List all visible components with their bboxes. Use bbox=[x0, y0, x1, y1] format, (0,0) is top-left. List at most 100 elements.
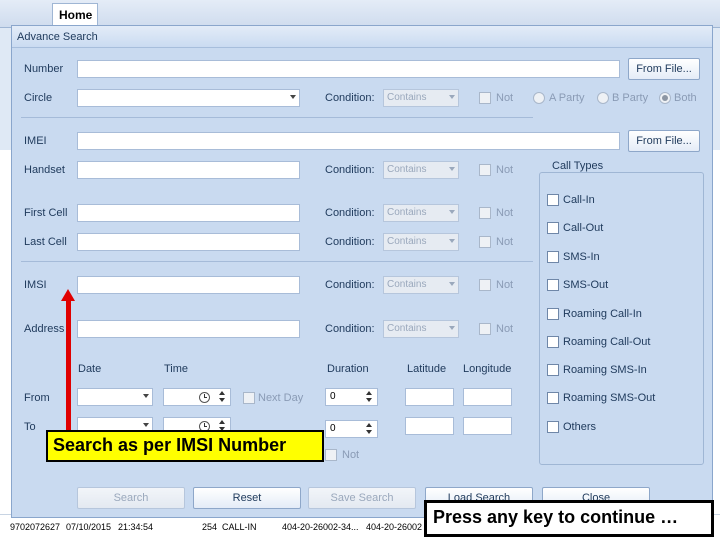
duration-from-input[interactable]: 0 bbox=[325, 388, 378, 406]
reset-button[interactable]: Reset bbox=[193, 487, 301, 509]
spinner-icon[interactable] bbox=[366, 422, 374, 436]
b-party-radio[interactable] bbox=[597, 92, 609, 104]
others-checkbox[interactable] bbox=[547, 421, 559, 433]
first-cell-condition-select[interactable]: Contains bbox=[383, 204, 459, 222]
first-cell-not-checkbox[interactable] bbox=[479, 207, 491, 219]
handset-not-checkbox[interactable] bbox=[479, 164, 491, 176]
others-label: Others bbox=[563, 421, 597, 433]
tab-home[interactable]: Home bbox=[52, 3, 98, 25]
b-party-label: B Party bbox=[612, 92, 649, 104]
chevron-down-icon bbox=[449, 167, 455, 171]
continue-prompt-text: Press any key to continue … bbox=[427, 503, 711, 534]
roaming-call-in-checkbox[interactable] bbox=[547, 308, 559, 320]
latitude-to-input[interactable] bbox=[405, 417, 454, 435]
search-button[interactable]: Search bbox=[77, 487, 185, 509]
spinner-icon[interactable] bbox=[219, 390, 227, 404]
imsi-callout: Search as per IMSI Number bbox=[46, 430, 324, 462]
handset-input[interactable] bbox=[77, 161, 300, 179]
circle-select[interactable] bbox=[77, 89, 300, 107]
a-party-radio[interactable] bbox=[533, 92, 545, 104]
number-from-file-button[interactable]: From File... bbox=[628, 58, 700, 80]
number-input[interactable] bbox=[77, 60, 620, 78]
to-label: To bbox=[24, 421, 36, 433]
address-label: Address bbox=[24, 323, 65, 335]
handset-condition-select[interactable]: Contains bbox=[383, 161, 459, 179]
latitude-header: Latitude bbox=[407, 363, 447, 375]
roaming-sms-in-label: Roaming SMS-In bbox=[563, 364, 647, 376]
annotation-arrow bbox=[66, 300, 71, 430]
imei-label: IMEI bbox=[24, 135, 47, 147]
separator bbox=[21, 117, 533, 118]
circle-condition-label: Condition: bbox=[325, 92, 375, 104]
cell-time: 21:34:54 bbox=[118, 522, 154, 532]
circle-not-checkbox[interactable] bbox=[479, 92, 491, 104]
address-not-checkbox[interactable] bbox=[479, 323, 491, 335]
last-cell-not-label: Not bbox=[496, 236, 514, 248]
imsi-input[interactable] bbox=[77, 276, 300, 294]
a-party-label: A Party bbox=[549, 92, 585, 104]
from-label: From bbox=[24, 392, 50, 404]
chevron-down-icon bbox=[290, 95, 296, 99]
sms-in-label: SMS-In bbox=[563, 251, 600, 263]
call-out-label: Call-Out bbox=[563, 222, 604, 234]
spinner-icon[interactable] bbox=[366, 390, 374, 404]
first-cell-label: First Cell bbox=[24, 207, 68, 219]
roaming-sms-in-checkbox[interactable] bbox=[547, 364, 559, 376]
duration-header: Duration bbox=[327, 363, 369, 375]
circle-condition-select[interactable]: Contains bbox=[383, 89, 459, 107]
handset-label: Handset bbox=[24, 164, 65, 176]
both-label: Both bbox=[674, 92, 697, 104]
next-day-checkbox[interactable] bbox=[243, 392, 255, 404]
time-header: Time bbox=[164, 363, 189, 375]
both-radio[interactable] bbox=[659, 92, 671, 104]
imei-from-file-button[interactable]: From File... bbox=[628, 130, 700, 152]
call-types-title: Call Types bbox=[549, 160, 607, 172]
last-cell-label: Last Cell bbox=[24, 236, 67, 248]
longitude-to-input[interactable] bbox=[463, 417, 512, 435]
longitude-from-input[interactable] bbox=[463, 388, 512, 406]
roaming-call-out-label: Roaming Call-Out bbox=[563, 336, 651, 348]
latitude-from-input[interactable] bbox=[405, 388, 454, 406]
circle-label: Circle bbox=[24, 92, 53, 104]
first-cell-input[interactable] bbox=[77, 204, 300, 222]
imsi-condition-select[interactable]: Contains bbox=[383, 276, 459, 294]
separator bbox=[21, 261, 533, 262]
sms-in-checkbox[interactable] bbox=[547, 251, 559, 263]
last-cell-condition-select[interactable]: Contains bbox=[383, 233, 459, 251]
address-input[interactable] bbox=[77, 320, 300, 338]
call-out-checkbox[interactable] bbox=[547, 222, 559, 234]
cell-date: 07/10/2015 bbox=[66, 522, 112, 532]
background-grid-right bbox=[712, 150, 720, 520]
chevron-down-icon bbox=[143, 423, 149, 427]
continue-prompt[interactable]: Press any key to continue … bbox=[424, 500, 714, 537]
cell-type: CALL-IN bbox=[222, 522, 257, 532]
call-in-label: Call-In bbox=[563, 194, 595, 206]
roaming-call-out-checkbox[interactable] bbox=[547, 336, 559, 348]
imsi-not-checkbox[interactable] bbox=[479, 279, 491, 291]
last-cell-input[interactable] bbox=[77, 233, 300, 251]
chevron-down-icon bbox=[449, 95, 455, 99]
last-cell-not-checkbox[interactable] bbox=[479, 236, 491, 248]
address-not-label: Not bbox=[496, 323, 514, 335]
roaming-call-in-label: Roaming Call-In bbox=[563, 308, 642, 320]
chevron-down-icon bbox=[449, 326, 455, 330]
circle-not-label: Not bbox=[496, 92, 514, 104]
from-date-picker[interactable] bbox=[77, 388, 153, 406]
date-header: Date bbox=[78, 363, 102, 375]
clock-icon bbox=[199, 392, 210, 403]
save-search-button[interactable]: Save Search bbox=[308, 487, 416, 509]
handset-condition-label: Condition: bbox=[325, 164, 375, 176]
sms-out-checkbox[interactable] bbox=[547, 279, 559, 291]
imei-input[interactable] bbox=[77, 132, 620, 150]
from-time-picker[interactable] bbox=[163, 388, 231, 406]
roaming-sms-out-label: Roaming SMS-Out bbox=[563, 392, 656, 404]
call-in-checkbox[interactable] bbox=[547, 194, 559, 206]
duration-to-input[interactable]: 0 bbox=[325, 420, 378, 438]
address-condition-select[interactable]: Contains bbox=[383, 320, 459, 338]
last-cell-condition-label: Condition: bbox=[325, 236, 375, 248]
duration-not-label: Not bbox=[342, 449, 360, 461]
duration-not-checkbox[interactable] bbox=[325, 449, 337, 461]
chevron-down-icon bbox=[449, 210, 455, 214]
number-label: Number bbox=[24, 63, 64, 75]
roaming-sms-out-checkbox[interactable] bbox=[547, 392, 559, 404]
